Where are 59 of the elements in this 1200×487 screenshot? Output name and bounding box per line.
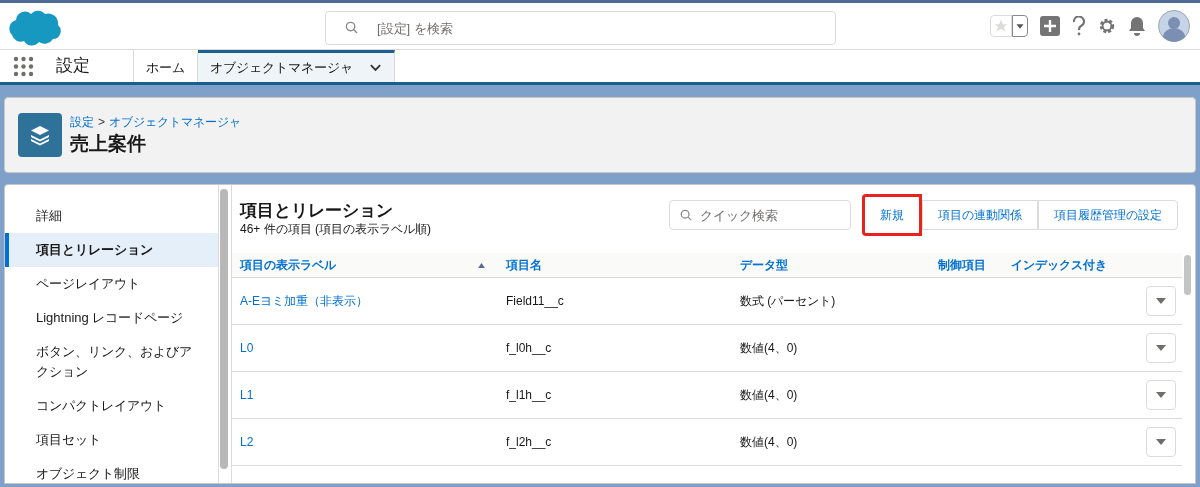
sidebar-item[interactable]: 詳細 — [5, 199, 218, 233]
field-label-link[interactable]: L2 — [240, 435, 254, 449]
sidebar-item[interactable]: Lightning レコードページ — [5, 301, 218, 335]
section-title: 項目とリレーション — [240, 200, 394, 222]
caret-icon — [1156, 345, 1166, 351]
caret-icon — [1156, 298, 1166, 304]
table-cell: f_l1h__c — [506, 388, 552, 402]
table-cell: 数値(4、0) — [740, 435, 798, 449]
row-actions-button[interactable] — [1146, 286, 1176, 316]
sidebar-item[interactable]: 項目とリレーション — [5, 233, 218, 267]
table-cell: 数値(4、0) — [740, 388, 798, 402]
sidebar-scrollbar[interactable] — [220, 189, 228, 469]
section-subtitle: 46+ 件の項目 (項目の表示ラベル順) — [240, 222, 431, 237]
sidebar-item[interactable]: ボタン、リンク、およびアクション — [5, 335, 218, 389]
stacked-layers-icon — [18, 113, 62, 157]
field-label-link[interactable]: L0 — [240, 341, 254, 355]
row-actions-button[interactable] — [1146, 427, 1176, 457]
history-settings-button[interactable]: 項目履歴管理の設定 — [1038, 200, 1178, 230]
table-scrollbar[interactable] — [1184, 255, 1191, 295]
bell-icon[interactable] — [1128, 16, 1146, 36]
quick-search-field[interactable]: クイック検索 — [669, 200, 851, 230]
row-actions-button[interactable] — [1146, 380, 1176, 410]
column-header[interactable]: 制御項目 — [938, 256, 986, 274]
sort-arrow-icon[interactable] — [478, 262, 485, 268]
field-label-link[interactable]: L1 — [240, 388, 254, 402]
caret-icon — [1156, 392, 1166, 398]
caret-icon[interactable] — [1012, 15, 1028, 37]
caret-icon — [1156, 439, 1166, 445]
breadcrumb-separator: > — [98, 114, 105, 131]
row-actions-button[interactable] — [1146, 333, 1176, 363]
column-header[interactable]: インデックス付き — [1011, 256, 1107, 274]
object-title: 売上案件 — [70, 132, 147, 156]
search-icon — [680, 209, 692, 221]
column-header[interactable]: 項目名 — [506, 256, 542, 274]
table-cell: f_l2h__c — [506, 435, 552, 449]
table-cell: Field11__c — [506, 294, 564, 308]
field-label-link[interactable]: A-Eヨミ加重（非表示） — [240, 294, 368, 308]
plus-icon[interactable] — [1040, 16, 1060, 36]
column-header[interactable]: 項目の表示ラベル — [240, 256, 336, 274]
app-name: 設定 — [56, 55, 91, 78]
new-button[interactable]: 新規 — [862, 194, 922, 236]
sidebar-item[interactable]: ページレイアウト — [5, 267, 218, 301]
table-cell: f_l0h__c — [506, 341, 552, 355]
table-cell: 数式 (パーセント) — [740, 294, 836, 308]
settings-icon[interactable] — [1098, 17, 1116, 35]
search-field[interactable]: [設定] を検索 — [325, 11, 836, 45]
breadcrumb-link[interactable]: オブジェクトマネージャ — [109, 113, 241, 131]
search-icon — [345, 21, 358, 34]
sidebar-item[interactable]: 項目セット — [5, 423, 218, 457]
sidebar-item[interactable]: コンパクトレイアウト — [5, 389, 218, 423]
dependencies-button[interactable]: 項目の連動関係 — [922, 200, 1038, 230]
help-icon[interactable] — [1072, 16, 1086, 36]
sidebar-item[interactable]: オブジェクト制限 — [5, 457, 218, 487]
nav-tab[interactable]: オブジェクトマネージャ — [198, 50, 395, 82]
column-header[interactable]: データ型 — [740, 256, 788, 274]
breadcrumb-link[interactable]: 設定 — [70, 113, 94, 131]
table-cell: 数値(4、0) — [740, 341, 798, 355]
avatar-icon[interactable] — [1158, 10, 1190, 42]
app-launcher-icon[interactable] — [13, 55, 34, 77]
